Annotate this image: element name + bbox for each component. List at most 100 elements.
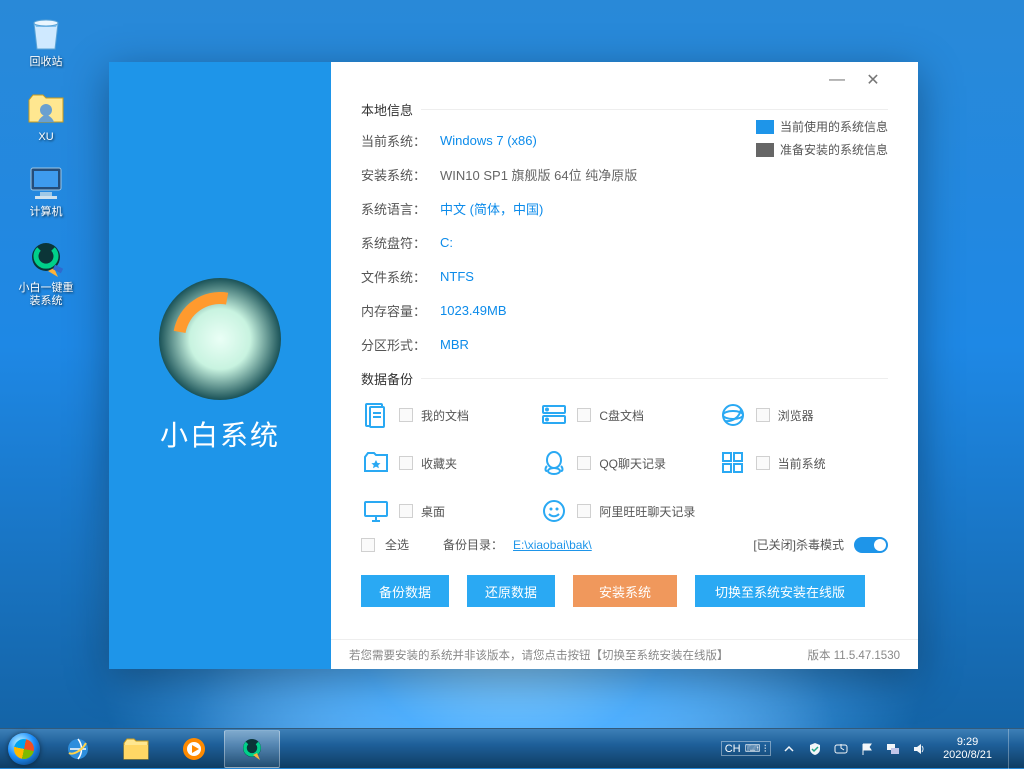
xiaobai-icon bbox=[25, 238, 67, 280]
titlebar: — ✕ bbox=[361, 62, 888, 98]
checkbox[interactable] bbox=[577, 504, 591, 518]
button-row: 备份数据 还原数据 安装系统 切换至系统安装在线版 bbox=[361, 575, 888, 607]
restore-button[interactable]: 还原数据 bbox=[467, 575, 555, 607]
backup-item-qq: QQ聊天记录 bbox=[539, 448, 709, 478]
backup-item-favorites: 收藏夹 bbox=[361, 448, 531, 478]
close-button[interactable]: ✕ bbox=[864, 71, 882, 89]
backup-item-documents: 我的文档 bbox=[361, 400, 531, 430]
select-all-checkbox[interactable] bbox=[361, 538, 375, 552]
logo-icon bbox=[159, 278, 281, 400]
info-grid: 当前系统：Windows 7 (x86) 安装系统：WIN10 SP1 旗舰版 … bbox=[361, 131, 888, 354]
virus-mode-label: [已关闭]杀毒模式 bbox=[753, 536, 844, 553]
language-indicator[interactable]: CH⌨ ⁝ bbox=[721, 741, 771, 756]
info-label: 内存容量： bbox=[361, 301, 426, 320]
backup-label: C盘文档 bbox=[599, 407, 644, 424]
desktop-icon-label: 计算机 bbox=[30, 206, 63, 219]
desktop-icon-computer[interactable]: 计算机 bbox=[10, 158, 82, 223]
content: — ✕ 本地信息 当前使用的系统信息 准备安装的系统信息 当前系统：Window… bbox=[331, 62, 918, 669]
virus-mode-toggle[interactable] bbox=[854, 537, 888, 553]
info-label: 文件系统： bbox=[361, 267, 426, 286]
section-title-text: 数据备份 bbox=[361, 369, 413, 388]
info-value: 1023.49MB bbox=[440, 303, 507, 318]
checkbox[interactable] bbox=[756, 408, 770, 422]
window-footer: 若您需要安装的系统并非该版本，请您点击按钮【切换至系统安装在线版】 版本 11.… bbox=[331, 639, 918, 669]
legend-label: 准备安装的系统信息 bbox=[780, 141, 888, 158]
windows-icon bbox=[718, 448, 748, 478]
backup-label: 我的文档 bbox=[421, 407, 469, 424]
backup-label: 浏览器 bbox=[778, 407, 814, 424]
start-button[interactable] bbox=[0, 729, 48, 769]
backup-button[interactable]: 备份数据 bbox=[361, 575, 449, 607]
desktop-icon-user-folder[interactable]: XU bbox=[10, 83, 82, 148]
documents-icon bbox=[361, 400, 391, 430]
legend-swatch-current bbox=[756, 120, 774, 134]
tray-date: 2020/8/21 bbox=[943, 749, 992, 762]
desktop-icon-label: 回收站 bbox=[30, 56, 63, 69]
brand-name: 小白系统 bbox=[160, 414, 280, 454]
checkbox[interactable] bbox=[756, 456, 770, 470]
backup-item-current-system: 当前系统 bbox=[718, 448, 888, 478]
xiaobai-window: 小白系统 — ✕ 本地信息 当前使用的系统信息 准备安装的系统信息 当前系统：W… bbox=[109, 62, 918, 669]
info-label: 系统语言： bbox=[361, 199, 426, 218]
backup-label: 阿里旺旺聊天记录 bbox=[599, 503, 695, 520]
desktop-icon-xiaobai[interactable]: 小白一键重装系统 bbox=[10, 234, 82, 312]
backup-item-cdrive: C盘文档 bbox=[539, 400, 709, 430]
desktop-icon-label: XU bbox=[38, 131, 53, 144]
tray-power-icon[interactable] bbox=[833, 741, 849, 757]
taskbar-item-explorer[interactable] bbox=[108, 730, 164, 768]
wangwang-icon bbox=[539, 496, 569, 526]
taskbar-item-ie[interactable] bbox=[50, 730, 106, 768]
checkbox[interactable] bbox=[399, 456, 413, 470]
select-all-label: 全选 bbox=[385, 536, 409, 553]
windows-logo-icon bbox=[8, 733, 40, 765]
folder-icon bbox=[25, 87, 67, 129]
drive-icon bbox=[539, 400, 569, 430]
taskbar: CH⌨ ⁝ 9:29 2020/8/21 bbox=[0, 728, 1024, 768]
desktop-icons: 回收站 XU 计算机 小白一键重装系统 bbox=[10, 8, 82, 312]
minimize-button[interactable]: — bbox=[828, 71, 846, 89]
info-value: 中文 (简体，中国) bbox=[440, 199, 543, 218]
backup-label: 当前系统 bbox=[778, 455, 826, 472]
desktop-icon-recycle-bin[interactable]: 回收站 bbox=[10, 8, 82, 73]
tray-network-icon[interactable] bbox=[885, 741, 901, 757]
section-title-text: 本地信息 bbox=[361, 100, 413, 119]
tray-shield-icon[interactable] bbox=[807, 741, 823, 757]
install-button[interactable]: 安装系统 bbox=[573, 575, 677, 607]
info-value: MBR bbox=[440, 337, 469, 352]
checkbox[interactable] bbox=[577, 408, 591, 422]
backup-item-aliww: 阿里旺旺聊天记录 bbox=[539, 496, 709, 526]
backup-item-browser: 浏览器 bbox=[718, 400, 888, 430]
taskbar-pinned bbox=[50, 730, 280, 768]
info-value: Windows 7 (x86) bbox=[440, 133, 537, 148]
taskbar-item-mediaplayer[interactable] bbox=[166, 730, 222, 768]
info-value: C: bbox=[440, 235, 453, 250]
tray-time: 9:29 bbox=[957, 736, 978, 749]
backup-path-link[interactable]: E:\xiaobai\bak\ bbox=[513, 538, 592, 552]
taskbar-item-xiaobai[interactable] bbox=[224, 730, 280, 768]
qq-icon bbox=[539, 448, 569, 478]
backup-item-desktop: 桌面 bbox=[361, 496, 531, 526]
switch-online-button[interactable]: 切换至系统安装在线版 bbox=[695, 575, 865, 607]
tray-up-icon[interactable] bbox=[781, 741, 797, 757]
checkbox[interactable] bbox=[577, 456, 591, 470]
recycle-bin-icon bbox=[25, 12, 67, 54]
show-desktop-button[interactable] bbox=[1008, 729, 1020, 769]
legend: 当前使用的系统信息 准备安装的系统信息 bbox=[756, 118, 888, 164]
checkbox[interactable] bbox=[399, 408, 413, 422]
version-label: 版本 bbox=[808, 650, 831, 662]
tray-flag-icon[interactable] bbox=[859, 741, 875, 757]
info-value: WIN10 SP1 旗舰版 64位 纯净原版 bbox=[440, 165, 637, 184]
tray-clock[interactable]: 9:29 2020/8/21 bbox=[937, 736, 998, 761]
sidebar: 小白系统 bbox=[109, 62, 331, 669]
desktop-icon-label: 小白一键重装系统 bbox=[14, 282, 78, 308]
tray-volume-icon[interactable] bbox=[911, 741, 927, 757]
legend-swatch-target bbox=[756, 143, 774, 157]
backup-label: QQ聊天记录 bbox=[599, 455, 666, 472]
computer-icon bbox=[25, 162, 67, 204]
backup-label: 收藏夹 bbox=[421, 455, 457, 472]
checkbox[interactable] bbox=[399, 504, 413, 518]
version-value: 11.5.47.1530 bbox=[834, 650, 900, 662]
info-label: 分区形式： bbox=[361, 335, 426, 354]
browser-icon bbox=[718, 400, 748, 430]
info-label: 安装系统： bbox=[361, 165, 426, 184]
